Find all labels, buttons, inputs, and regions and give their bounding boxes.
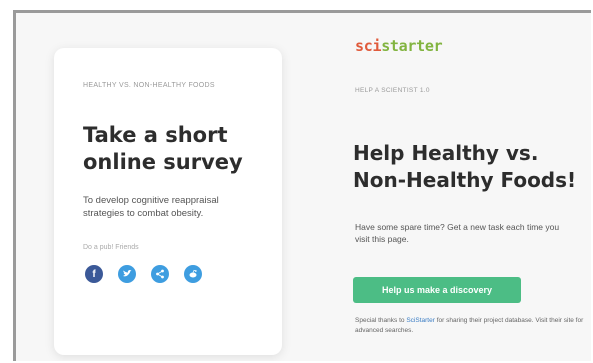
logo-part-starter: starter: [381, 37, 443, 55]
page-headline: Help Healthy vs. Non-Healthy Foods!: [353, 141, 577, 192]
survey-description: To develop cognitive reappraisal strateg…: [83, 195, 219, 219]
page-frame: HEALTHY VS. NON-HEALTHY FOODS Take a sho…: [13, 10, 591, 361]
scistarter-link[interactable]: SciStarter: [406, 317, 435, 324]
share-buttons: f: [85, 265, 260, 283]
twitter-share-button[interactable]: [118, 265, 136, 283]
survey-title: Take a short online survey: [83, 123, 243, 174]
page-subtext: Have some spare time? Get a new task eac…: [355, 222, 560, 244]
discovery-button[interactable]: Help us make a discovery: [353, 277, 521, 303]
main-panel: scistarter HELP A SCIENTIST 1.0 Help Hea…: [353, 13, 591, 361]
main-eyebrow: HELP A SCIENTIST 1.0: [355, 87, 430, 94]
thanks-prefix: Special thanks to: [355, 317, 405, 324]
facebook-share-button[interactable]: f: [85, 265, 103, 283]
card-eyebrow: HEALTHY VS. NON-HEALTHY FOODS: [83, 82, 215, 89]
reddit-share-button[interactable]: [184, 265, 202, 283]
facebook-icon: f: [92, 268, 96, 280]
survey-card: HEALTHY VS. NON-HEALTHY FOODS Take a sho…: [54, 48, 282, 355]
share-label: Do a pub! Friends: [83, 244, 139, 251]
logo-part-sci: sci: [355, 37, 382, 55]
thanks-note: Special thanks to SciStarter for sharing…: [355, 316, 591, 336]
reddit-icon: [189, 269, 197, 278]
share-button[interactable]: [151, 265, 169, 283]
share-icon: [156, 269, 164, 279]
scistarter-logo[interactable]: scistarter: [355, 37, 443, 55]
twitter-icon: [123, 269, 132, 277]
